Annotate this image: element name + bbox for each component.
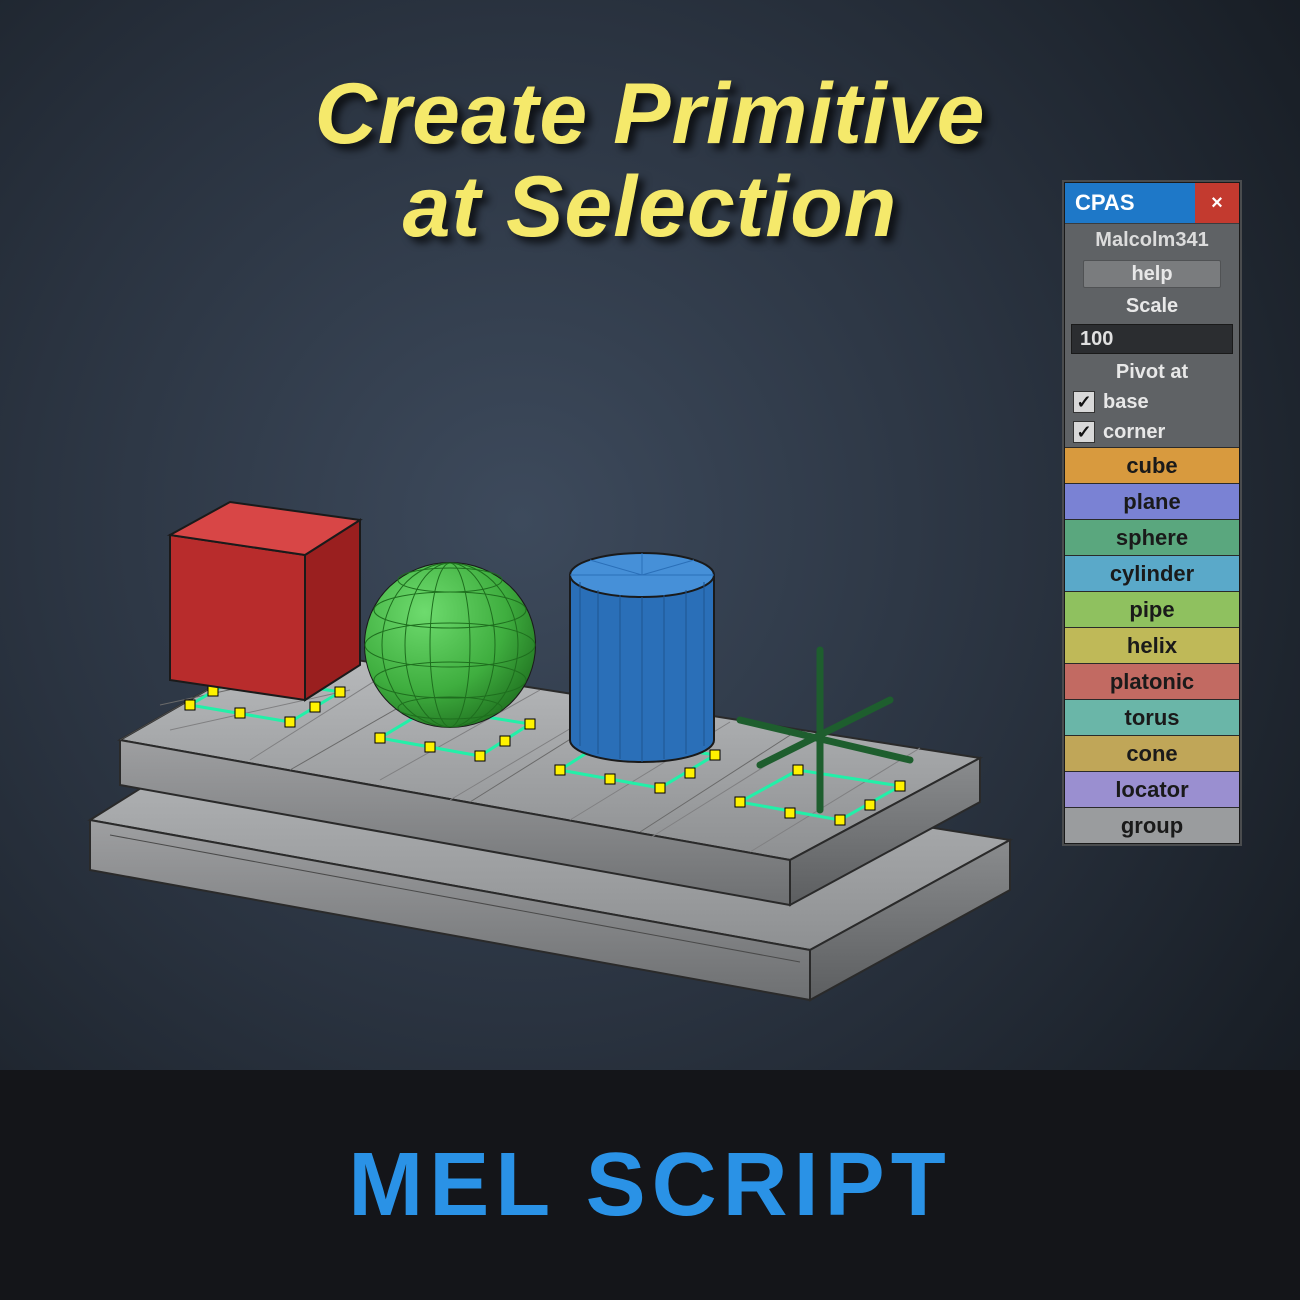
check-base[interactable]: ✓ base: [1065, 387, 1239, 417]
check-corner-label: corner: [1103, 421, 1165, 444]
check-corner[interactable]: ✓ corner: [1065, 417, 1239, 447]
checkbox-icon: ✓: [1073, 421, 1095, 443]
panel-header[interactable]: CPAS ×: [1065, 183, 1239, 223]
primitive-button-pipe[interactable]: pipe: [1065, 591, 1239, 627]
panel-title: CPAS: [1065, 183, 1195, 223]
cylinder-primitive: [570, 553, 714, 762]
primitive-button-sphere[interactable]: sphere: [1065, 519, 1239, 555]
cpas-panel: CPAS × Malcolm341 help Scale 100 Pivot a…: [1064, 182, 1240, 844]
primitive-button-cone[interactable]: cone: [1065, 735, 1239, 771]
footer-bar: MEL SCRIPT: [0, 1070, 1300, 1300]
primitive-button-plane[interactable]: plane: [1065, 483, 1239, 519]
help-button[interactable]: help: [1083, 260, 1221, 288]
page-title: Create Primitive at Selection: [315, 68, 986, 254]
primitive-button-platonic[interactable]: platonic: [1065, 663, 1239, 699]
footer-text: MEL SCRIPT: [348, 1134, 951, 1237]
primitive-button-torus[interactable]: torus: [1065, 699, 1239, 735]
primitive-button-locator[interactable]: locator: [1065, 771, 1239, 807]
scale-label: Scale: [1065, 291, 1239, 321]
close-button[interactable]: ×: [1195, 183, 1239, 223]
primitive-button-helix[interactable]: helix: [1065, 627, 1239, 663]
author-label: Malcolm341: [1065, 223, 1239, 257]
sphere-primitive: [365, 563, 535, 727]
primitive-button-group[interactable]: group: [1065, 807, 1239, 843]
primitive-button-cylinder[interactable]: cylinder: [1065, 555, 1239, 591]
primitive-button-cube[interactable]: cube: [1065, 447, 1239, 483]
cube-primitive: [170, 502, 360, 700]
title-line-1: Create Primitive: [315, 68, 986, 161]
scale-input[interactable]: 100: [1071, 324, 1233, 354]
viewport-illustration: [50, 360, 1050, 1010]
checkbox-icon: ✓: [1073, 391, 1095, 413]
title-line-2: at Selection: [315, 161, 986, 254]
pivot-label: Pivot at: [1065, 357, 1239, 387]
check-base-label: base: [1103, 391, 1149, 414]
